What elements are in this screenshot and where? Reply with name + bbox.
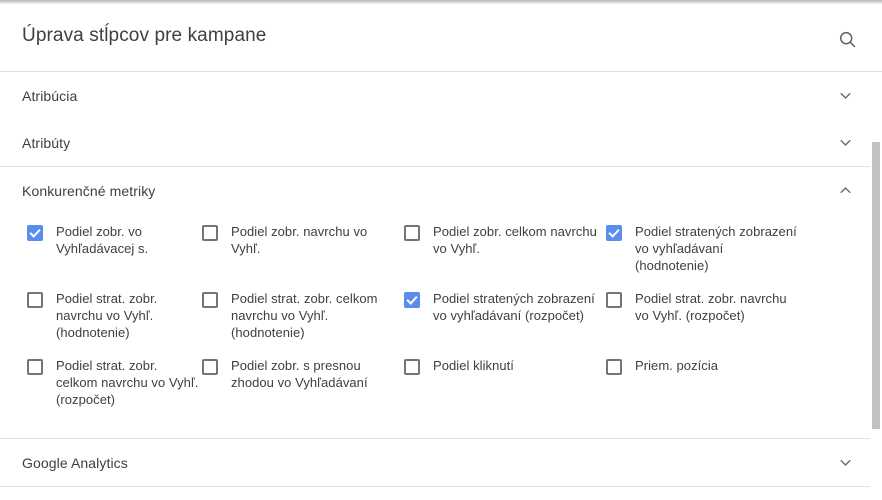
column-editor-dialog: Úprava stĺpcov pre kampane Atribúcia Atr…: [0, 4, 882, 500]
checkbox-item[interactable]: Podiel strat. zobr. celkom navrchu vo Vy…: [202, 290, 404, 357]
checkbox-item[interactable]: Podiel stratených zobrazení vo vyhľadáva…: [606, 223, 808, 290]
checkbox-item[interactable]: Priem. pozícia: [606, 357, 808, 424]
checkbox-input[interactable]: [404, 359, 420, 375]
section-divider: [0, 486, 882, 487]
checkbox-label[interactable]: Podiel strat. zobr. navrchu vo Vyhľ. (ro…: [635, 290, 800, 324]
checkbox-input[interactable]: [404, 225, 420, 241]
checkbox-item[interactable]: Podiel strat. zobr. navrchu vo Vyhľ. (ro…: [606, 290, 808, 357]
checkbox-label[interactable]: Podiel zobr. s presnou zhodou vo Vyhľadá…: [231, 357, 396, 391]
checkbox-input[interactable]: [202, 225, 218, 241]
checkbox-item[interactable]: Podiel zobr. s presnou zhodou vo Vyhľadá…: [202, 357, 404, 424]
dialog-header: Úprava stĺpcov pre kampane: [0, 4, 882, 72]
checkbox-item[interactable]: Podiel strat. zobr. navrchu vo Vyhľ. (ho…: [0, 290, 202, 357]
checkbox-input[interactable]: [27, 359, 43, 375]
checkbox-label[interactable]: Podiel zobr. navrchu vo Vyhľ.: [231, 223, 396, 257]
checkbox-label[interactable]: Podiel zobr. vo Vyhľadávacej s.: [56, 223, 202, 257]
checkbox-label[interactable]: Podiel strat. zobr. celkom navrchu vo Vy…: [231, 290, 396, 341]
checkbox-row: Podiel zobr. vo Vyhľadávacej s. Podiel z…: [0, 223, 882, 290]
checkbox-item[interactable]: Podiel kliknutí: [404, 357, 606, 424]
search-icon[interactable]: [832, 24, 862, 54]
sidebar-item-atributy[interactable]: Atribúty: [0, 119, 882, 166]
section-label-atributy: Atribúty: [22, 134, 71, 151]
checkbox-row: Podiel strat. zobr. celkom navrchu vo Vy…: [0, 357, 882, 424]
checkbox-label[interactable]: Podiel stratených zobrazení vo vyhľadáva…: [433, 290, 598, 324]
checkbox-label[interactable]: Podiel strat. zobr. navrchu vo Vyhľ. (ho…: [56, 290, 202, 341]
checkbox-input[interactable]: [27, 292, 43, 308]
scrollbar-thumb[interactable]: [872, 142, 880, 429]
checkbox-item[interactable]: Podiel zobr. celkom navrchu vo Vyhľ.: [404, 223, 606, 290]
checkbox-input[interactable]: [606, 292, 622, 308]
checkbox-label[interactable]: Priem. pozícia: [635, 357, 718, 374]
sections-scroll-area: Atribúcia Atribúty Konkurenčné metriky P…: [0, 72, 882, 499]
checkbox-item[interactable]: Podiel zobr. navrchu vo Vyhľ.: [202, 223, 404, 290]
checkbox-input[interactable]: [606, 225, 622, 241]
checkbox-input[interactable]: [27, 225, 43, 241]
section-label-atribucia: Atribúcia: [22, 87, 78, 104]
vertical-scrollbar[interactable]: [870, 73, 882, 500]
chevron-down-icon[interactable]: [836, 134, 854, 152]
checkbox-label[interactable]: Podiel zobr. celkom navrchu vo Vyhľ.: [433, 223, 598, 257]
checkbox-item[interactable]: Podiel zobr. vo Vyhľadávacej s.: [0, 223, 202, 290]
sidebar-item-konkurencne-metriky[interactable]: Konkurenčné metriky: [0, 167, 882, 214]
section-label-konkurencne-metriky: Konkurenčné metriky: [22, 182, 156, 199]
section-label-google-analytics: Google Analytics: [22, 454, 128, 471]
checkbox-input[interactable]: [606, 359, 622, 375]
checkbox-label[interactable]: Podiel strat. zobr. celkom navrchu vo Vy…: [56, 357, 202, 408]
chevron-up-icon[interactable]: [836, 182, 854, 200]
checkbox-item[interactable]: Podiel stratených zobrazení vo vyhľadáva…: [404, 290, 606, 357]
chevron-down-icon[interactable]: [836, 454, 854, 472]
page-title: Úprava stĺpcov pre kampane: [22, 25, 267, 46]
competitive-metrics-grid: Podiel zobr. vo Vyhľadávacej s. Podiel z…: [0, 214, 882, 438]
sidebar-item-google-analytics[interactable]: Google Analytics: [0, 439, 882, 486]
chevron-down-icon[interactable]: [836, 87, 854, 105]
checkbox-item[interactable]: Podiel strat. zobr. celkom navrchu vo Vy…: [0, 357, 202, 424]
checkbox-input[interactable]: [202, 359, 218, 375]
checkbox-label[interactable]: Podiel kliknutí: [433, 357, 514, 374]
checkbox-label[interactable]: Podiel stratených zobrazení vo vyhľadáva…: [635, 223, 800, 274]
checkbox-input[interactable]: [404, 292, 420, 308]
checkbox-input[interactable]: [202, 292, 218, 308]
checkbox-row: Podiel strat. zobr. navrchu vo Vyhľ. (ho…: [0, 290, 882, 357]
sidebar-item-atribucia[interactable]: Atribúcia: [0, 72, 882, 119]
